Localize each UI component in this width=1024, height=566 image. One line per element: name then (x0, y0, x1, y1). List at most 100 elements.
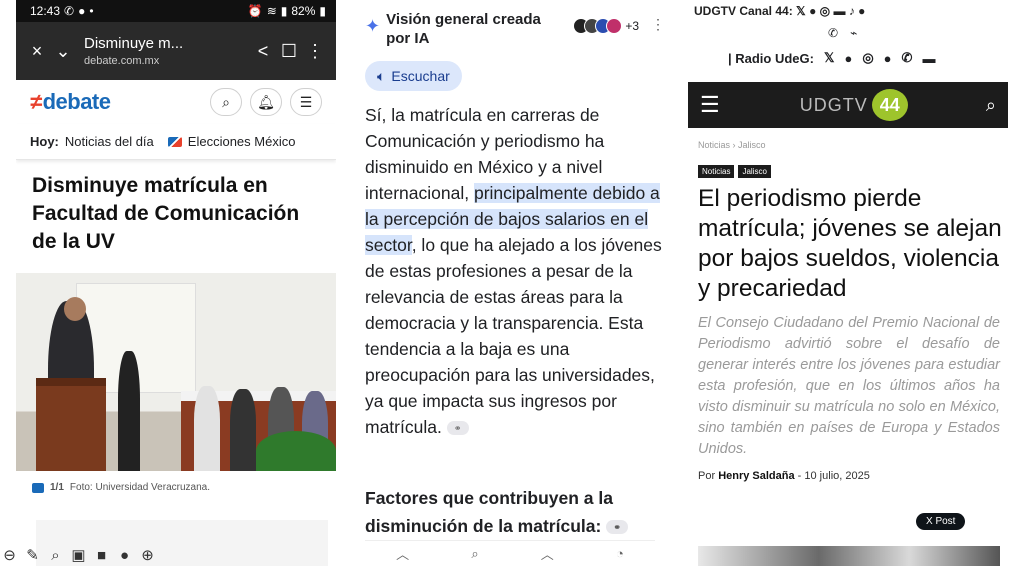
page-url: debate.com.mx (84, 55, 160, 67)
photo-caption: 1/1 Foto: Universidad Veracruzana. (32, 482, 210, 493)
facebook-icon[interactable]: ● (844, 51, 852, 66)
back-circle-icon[interactable]: ⊖ (0, 546, 19, 564)
whatsapp-icon[interactable]: ✆ (902, 50, 913, 66)
tab-title: Disminuye m... (84, 35, 184, 52)
cc-icon[interactable]: ▣ (69, 546, 88, 564)
search-icon[interactable]: ⌕ (210, 88, 242, 116)
debate-logo[interactable]: ≠debate (30, 89, 111, 115)
udgtv-header: ☰ UDGTV 44 ⌕ (688, 82, 1008, 128)
today-label: Hoy: (30, 134, 59, 149)
topic-nav: Hoy: Noticias del día Elecciones México (16, 124, 336, 160)
category-tags: Noticias Jalisco (698, 165, 771, 178)
share-icon[interactable]: < (250, 38, 276, 64)
social-links-top: UDGTV Canal 44: 𝕏 ● ◎ ▬ ♪ ● (694, 4, 1004, 18)
search-icon[interactable]: ⌕ (986, 95, 996, 116)
signal-icon: ▮ (280, 4, 288, 18)
ai-overview-title: Visión general creada por IA (386, 11, 541, 47)
tabs-icon[interactable]: ◔ (616, 546, 624, 561)
link-icon[interactable]: ⚭ (446, 421, 469, 436)
menu-icon[interactable]: ☰ (700, 92, 720, 118)
udgtv-logo[interactable]: UDGTV 44 (800, 89, 908, 121)
camera-icon (32, 482, 44, 493)
browser-toolbar: × ⌄ Disminuye m... debate.com.mx < ☐ ⋮ (16, 22, 336, 80)
rss-icon[interactable]: ⌁ (850, 26, 857, 40)
x-icon[interactable]: 𝕏 (824, 50, 834, 66)
brand-text: UDGTV (799, 94, 868, 115)
youtube-icon[interactable]: ▬ (922, 51, 935, 66)
logo-mark: ≠ (30, 89, 42, 114)
source-avatars[interactable]: +3 (573, 18, 639, 34)
more-vertical-icon[interactable]: ⋮ (302, 38, 328, 64)
youtube-icon[interactable]: ▬ (833, 4, 845, 18)
article-image (698, 546, 1000, 566)
photo-credit: Foto: Universidad Veracruzana. (69, 482, 210, 493)
brand-number: 44 (871, 89, 908, 121)
more-vertical-icon[interactable]: ⋮ (651, 16, 665, 33)
publish-date: - 10 julio, 2025 (797, 470, 870, 482)
magnifier-icon[interactable]: ⌕ (46, 547, 65, 564)
subheading-text: Factores que contribuyen a la disminució… (365, 488, 613, 536)
site-header: ≠debate ⌕ 🔔︎ ☰ (16, 80, 336, 124)
bottom-nav: ︿ ⌕ ︿ ◔ (365, 540, 655, 566)
udgtv-article-panel: UDGTV Canal 44: 𝕏 ● ◎ ▬ ♪ ● ✆ ⌁ | Radio … (688, 0, 1008, 566)
ai-overview-header: ✦ Visión general creada por IA +3 ⋮ (365, 10, 665, 48)
body-text-2: , lo que ha alejado a los jóvenes de est… (365, 235, 662, 437)
source-avatar-icon (606, 18, 623, 34)
speaker-icon: 🔈︎ (377, 67, 386, 84)
telegram-icon[interactable]: ● (884, 51, 892, 66)
article-headline: El periodismo pierde matrícula; jóvenes … (698, 185, 1002, 302)
menu-icon[interactable]: ☰ (290, 88, 322, 116)
author-name[interactable]: Henry Saldaña (718, 470, 794, 482)
chevron-up-icon[interactable]: ︿ (396, 544, 409, 563)
whatsapp-icon: ✆ (64, 4, 75, 18)
battery-level: 82% (291, 4, 316, 18)
whatsapp-icon[interactable]: ✆ (828, 26, 838, 40)
channel-label: UDGTV Canal 44: (694, 4, 793, 18)
radio-links: | Radio UdeG: 𝕏 ● ◎ ● ✆ ▬ (728, 50, 935, 66)
social-links-row2: ✆ ⌁ (828, 26, 857, 40)
tiktok-icon[interactable]: ♪ (849, 4, 855, 18)
alarm-icon: ⏰ (247, 4, 263, 18)
search-icon[interactable]: ⌕ (471, 546, 478, 562)
telegram-icon[interactable]: ● (858, 4, 865, 18)
facebook-icon[interactable]: ● (809, 4, 816, 18)
ai-overview-panel: ✦ Visión general creada por IA +3 ⋮ 🔈︎ E… (352, 0, 668, 566)
chat-icon[interactable]: ● (115, 547, 134, 564)
chevron-up-icon[interactable]: ︿ (541, 544, 554, 563)
breadcrumb[interactable]: Noticias › Jalisco (698, 140, 766, 150)
tag-jalisco[interactable]: Jalisco (738, 165, 771, 178)
byline-prefix: Por (698, 470, 716, 482)
sources-more-count: +3 (625, 19, 639, 33)
video-icon[interactable]: ■ (92, 547, 111, 564)
article-photo[interactable] (16, 273, 336, 471)
notification-dot-icon: • (89, 4, 94, 18)
article-lead: El Consejo Ciudadano del Premio Nacional… (698, 315, 1000, 457)
listen-label: Escuchar (391, 68, 450, 84)
ai-subheading: Factores que contribuyen a la disminució… (365, 484, 665, 540)
bookmark-icon[interactable]: ☐ (276, 38, 302, 64)
close-icon[interactable]: × (24, 38, 50, 64)
logo-word: debate (42, 89, 111, 114)
instagram-icon[interactable]: ◎ (862, 50, 873, 66)
bell-icon[interactable]: 🔔︎ (250, 88, 282, 116)
battery-icon: ▮ (319, 4, 326, 18)
tag-noticias[interactable]: Noticias (698, 165, 735, 178)
link-icon[interactable]: ⚭ (606, 520, 629, 535)
flag-icon (167, 136, 182, 147)
status-bar: 12:43 ✆ ● • ⏰ ≋ ▮ 82% ▮ (16, 0, 336, 22)
x-post-button[interactable]: X Post (916, 513, 966, 530)
instagram-icon[interactable]: ◎ (820, 4, 830, 18)
ai-overview-body: Sí, la matrícula en carreras de Comunica… (365, 102, 665, 440)
browser-title-box[interactable]: Disminuye m... debate.com.mx (84, 35, 250, 67)
debate-article-panel: 12:43 ✆ ● • ⏰ ≋ ▮ 82% ▮ × ⌄ Disminuye m.… (16, 0, 336, 566)
message-icon: ● (78, 4, 86, 18)
pencil-icon[interactable]: ✎ (23, 546, 42, 564)
forward-circle-icon[interactable]: ⊕ (138, 546, 157, 564)
nav-item-elecciones[interactable]: Elecciones México (188, 134, 296, 149)
listen-button[interactable]: 🔈︎ Escuchar (365, 61, 462, 91)
x-icon[interactable]: 𝕏 (796, 4, 806, 18)
chevron-down-icon[interactable]: ⌄ (50, 38, 76, 64)
radio-label: | Radio UdeG: (728, 50, 814, 66)
sparkle-icon: ✦ (365, 16, 381, 36)
nav-item-noticias[interactable]: Noticias del día (65, 134, 154, 149)
